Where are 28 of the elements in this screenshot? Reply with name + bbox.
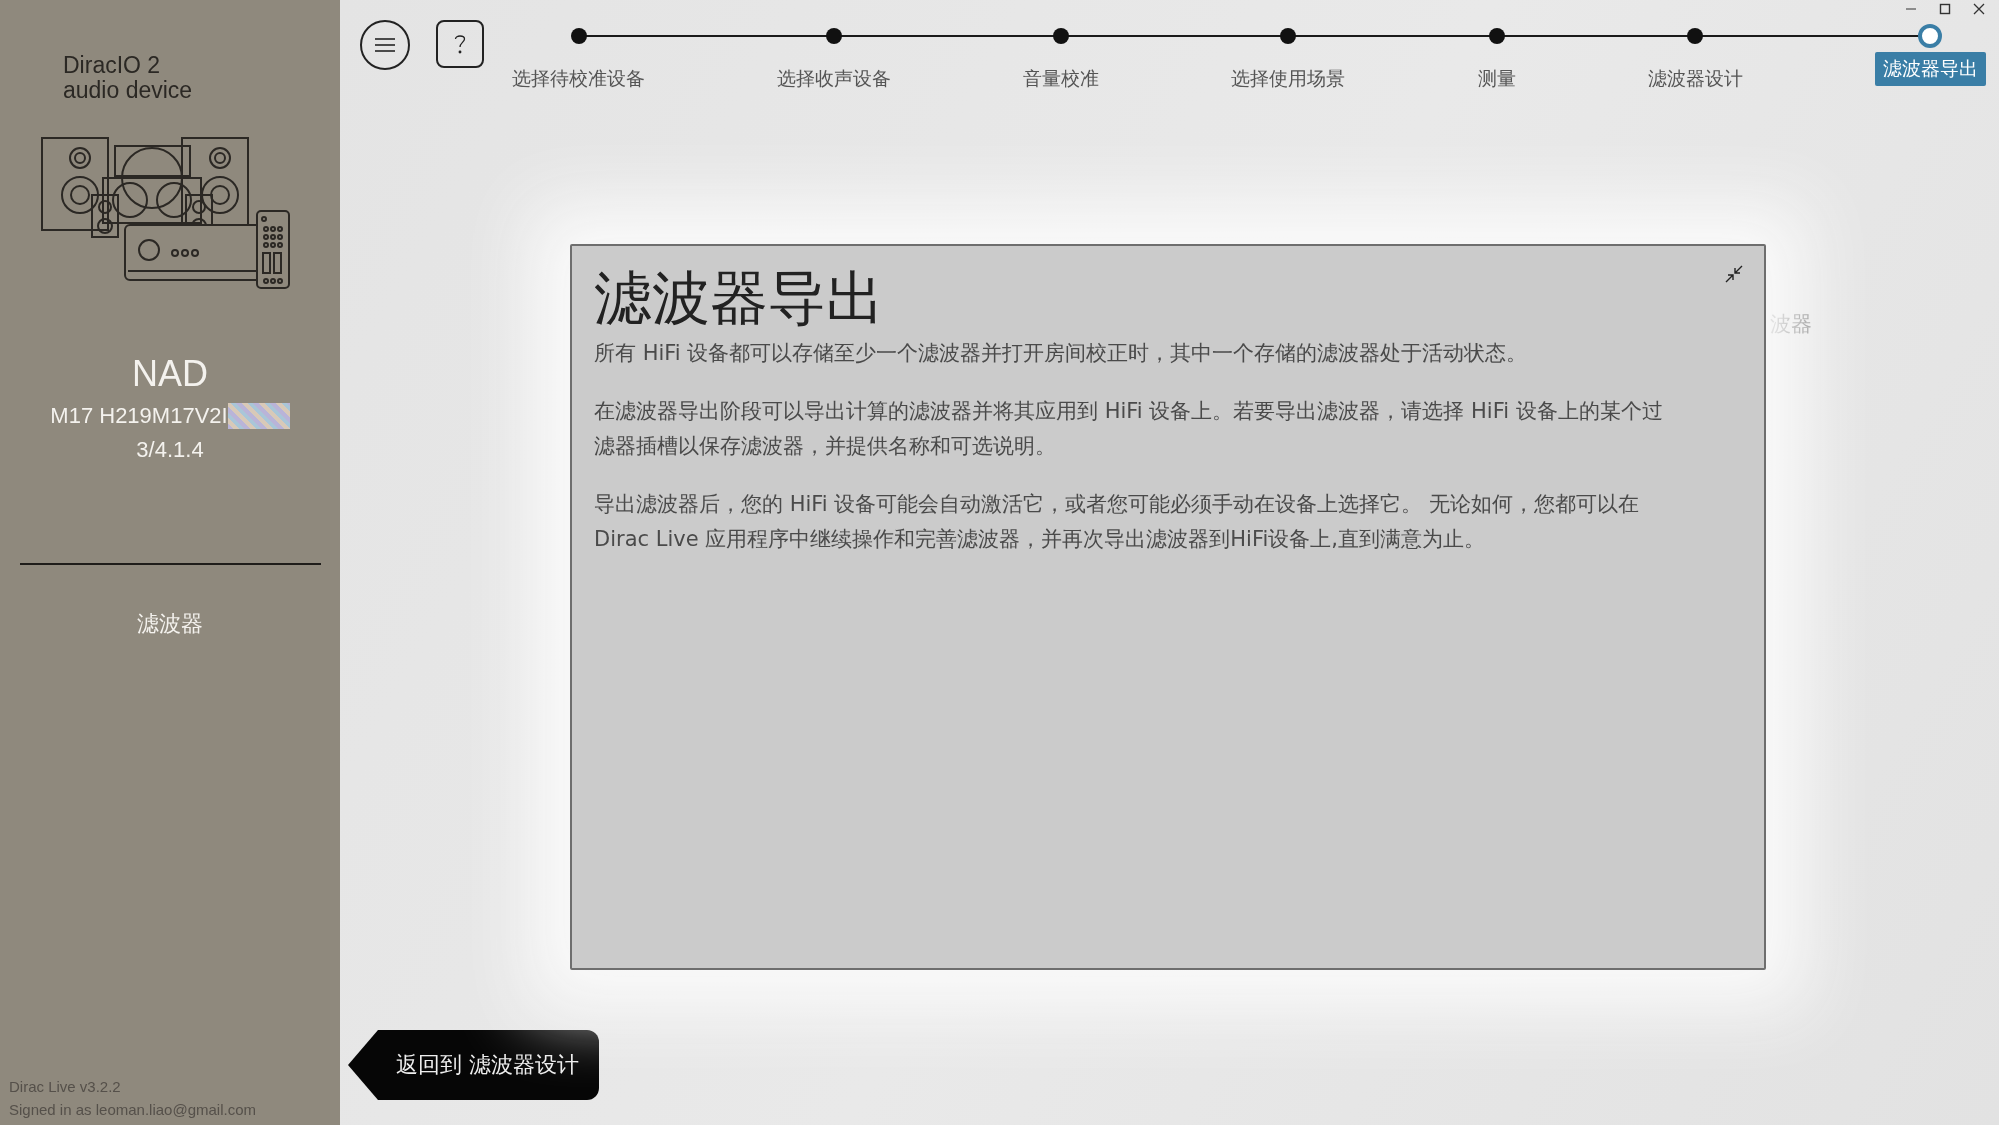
product-subtitle: audio device [63,78,193,103]
step-label[interactable]: 选择收声设备 [777,62,892,96]
step-label[interactable]: 测量 [1477,62,1516,96]
close-icon[interactable] [1973,3,1985,15]
step-label[interactable]: 选择使用场景 [1231,62,1346,96]
maximize-icon[interactable] [1939,3,1951,15]
step-label[interactable]: 选择待校准设备 [512,62,645,96]
dialog-paragraph: 导出滤波器后，您的 HiFi 设备可能会自动激活它，或者您可能必须手动在设备上选择它。 无论如何，您都可以在 Dirac Live 应用程序中继续操作和完善滤波器，并再次导出滤波器到HiFi设备上,直到满意为止。 [594,491,1641,553]
back-button[interactable]: 返回到 滤波器设计 [348,1030,599,1100]
help-button[interactable] [436,20,484,68]
app-version: Dirac Live v3.2.2 [9,1077,122,1097]
menu-button[interactable] [360,20,410,70]
signed-in-text: Signed in as leoman.liao@gmail.com [9,1100,257,1120]
redaction-mosaic [227,403,290,429]
help-icon [454,34,466,54]
device-version: 3/4.1.4 [135,436,205,464]
step-label[interactable]: 滤波器导出 [1874,52,1986,86]
menu-icon [375,38,395,52]
product-name: DiracIO 2 [63,53,162,78]
device-model: M17 H219M17V2I [50,402,228,430]
collapse-icon[interactable] [1724,264,1744,284]
step-label[interactable]: 音量校准 [1023,62,1100,96]
dialog-title: 滤波器导出 [594,263,885,334]
dialog-paragraph: 在滤波器导出阶段可以导出计算的滤波器并将其应用到 HiFi 设备上。若要导出滤波器，请选择 HiFi 设备上的某个过滤器插槽以保存滤波器，并提供名称和可选说明。 [594,398,1664,460]
dialog-paragraph: 所有 HiFi 设备都可以存储至少一个滤波器并打开房间校正时，其中一个存储的滤波器处于活动状态。 [594,340,1529,367]
sidebar-item[interactable]: 滤波器 [127,605,213,643]
step-label[interactable]: 滤波器设计 [1647,62,1743,96]
device-brand: NAD [131,353,209,395]
